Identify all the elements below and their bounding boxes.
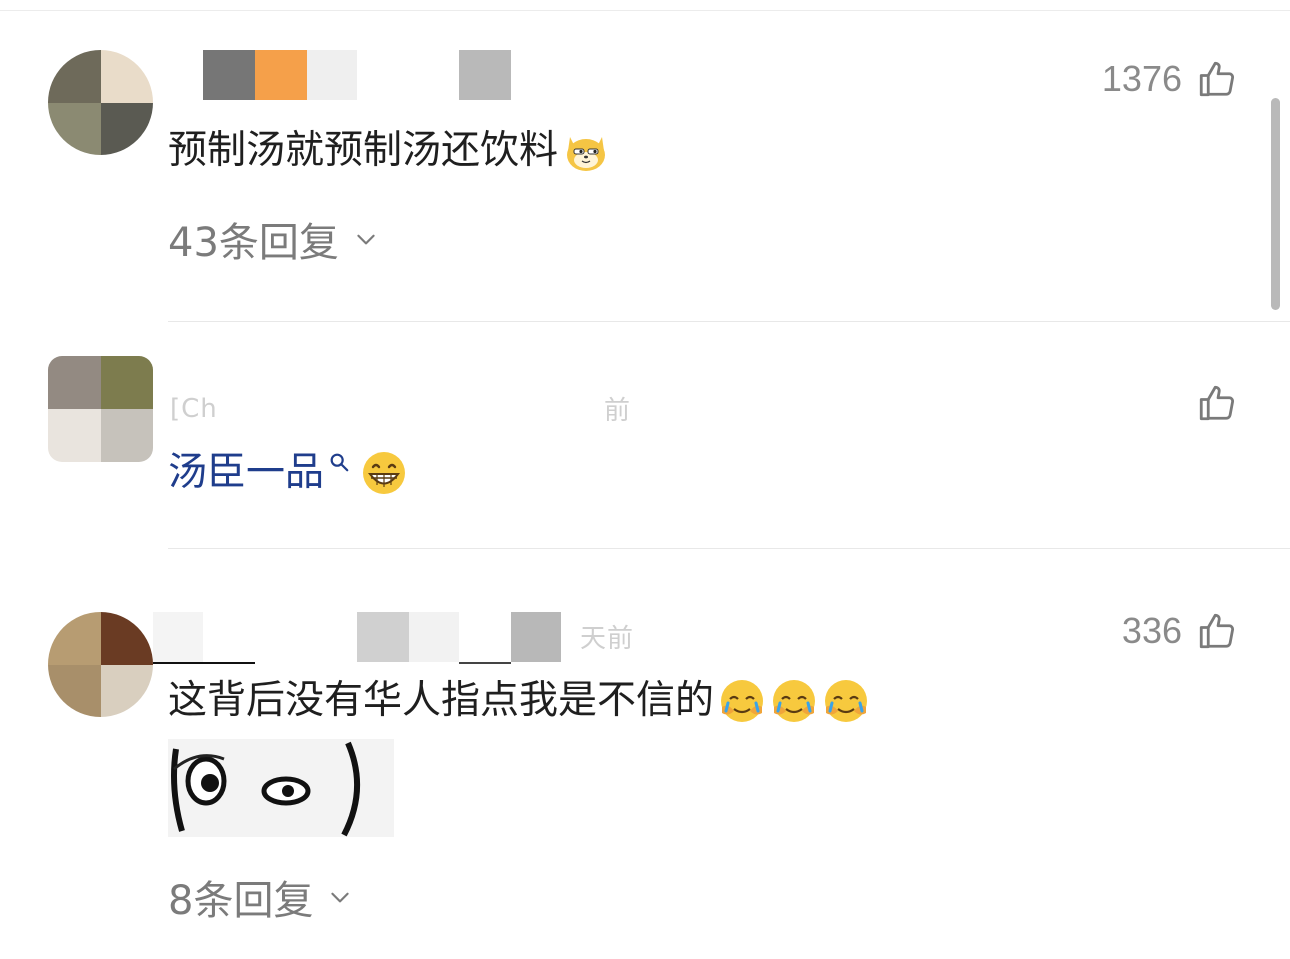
timestamp-fragment: 天前 bbox=[580, 624, 635, 654]
comment-text: 预制汤就预制汤还饮料 bbox=[168, 124, 610, 178]
face-sketch-icon bbox=[168, 739, 394, 837]
comment-text: 汤臣一品 bbox=[168, 446, 408, 500]
chevron-down-icon bbox=[357, 234, 375, 245]
like-area[interactable] bbox=[1182, 382, 1238, 424]
like-count: 1376 bbox=[1101, 58, 1182, 99]
facepalm-emoji bbox=[825, 680, 868, 722]
username-obscured[interactable] bbox=[153, 612, 573, 664]
thumb-up-icon[interactable] bbox=[1196, 382, 1238, 424]
replies-toggle[interactable]: 8条回复 bbox=[168, 868, 353, 926]
comment-text: 这背后没有华人指点我是不信的 bbox=[168, 674, 870, 728]
facepalm-emoji bbox=[773, 680, 816, 722]
avatar[interactable] bbox=[48, 356, 153, 462]
grin-emoji bbox=[363, 452, 406, 494]
chevron-down-icon bbox=[331, 892, 350, 903]
thumb-up-icon[interactable] bbox=[1196, 610, 1238, 652]
divider bbox=[168, 548, 1290, 549]
scrollbar[interactable] bbox=[1271, 98, 1280, 310]
replies-toggle[interactable]: 43条回复 bbox=[168, 210, 379, 268]
search-link[interactable]: 汤臣一品 bbox=[168, 446, 324, 500]
sticker-image[interactable] bbox=[168, 739, 394, 837]
avatar[interactable] bbox=[48, 612, 153, 717]
username-obscured[interactable] bbox=[153, 50, 513, 100]
like-area[interactable]: 336 bbox=[1122, 610, 1238, 652]
cat-emoji bbox=[567, 137, 606, 171]
divider bbox=[168, 321, 1290, 322]
timestamp-fragment: 前 bbox=[604, 396, 632, 426]
facepalm-emoji bbox=[721, 680, 764, 722]
thumb-up-icon[interactable] bbox=[1196, 58, 1238, 100]
like-count: 336 bbox=[1121, 610, 1182, 651]
like-area[interactable]: 1376 bbox=[1102, 58, 1238, 100]
avatar[interactable] bbox=[48, 50, 153, 155]
search-icon[interactable] bbox=[328, 451, 350, 473]
top-divider bbox=[0, 10, 1290, 11]
username-fragment[interactable]: [Ch bbox=[170, 394, 218, 424]
